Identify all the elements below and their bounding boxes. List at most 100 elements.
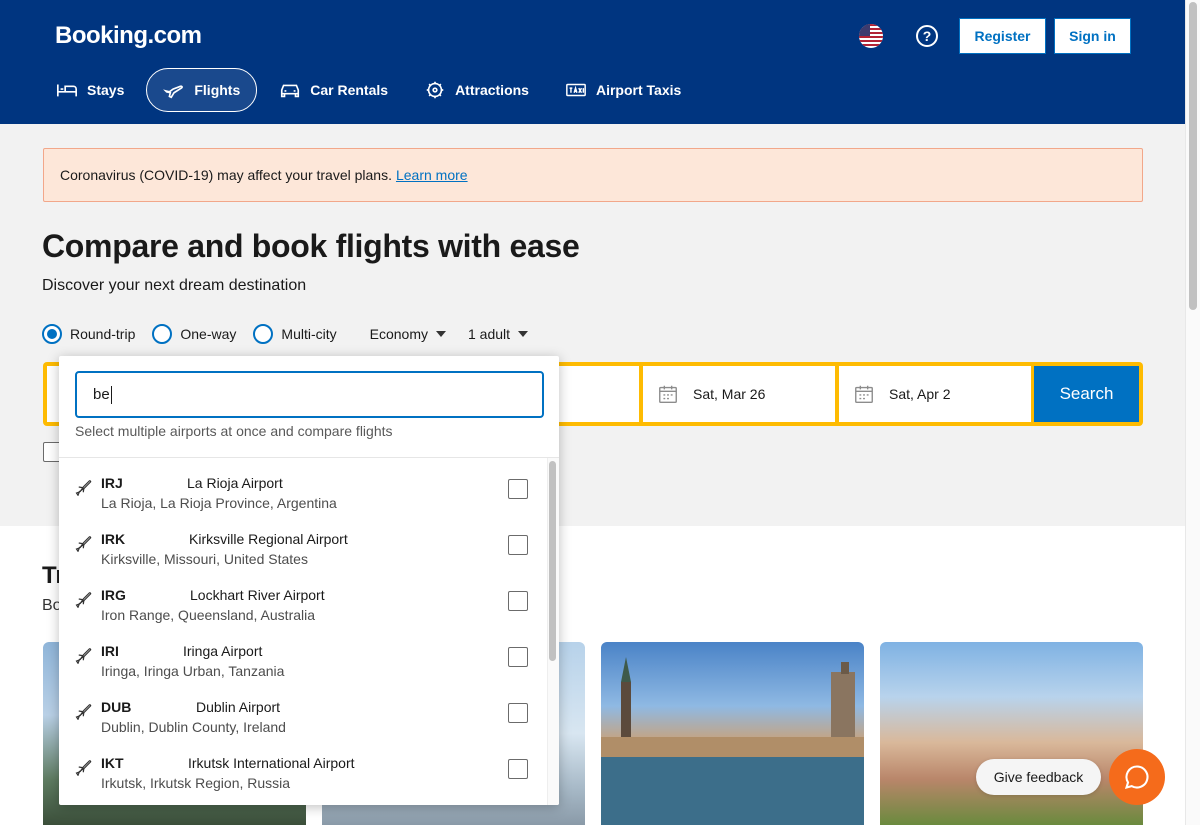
multi-airport-hint: Select multiple airports at once and com… <box>75 423 393 439</box>
airport-autocomplete-dropdown: be Select multiple airports at once and … <box>59 356 559 805</box>
nav-item-label: Car Rentals <box>310 82 389 98</box>
airport-checkbox[interactable] <box>508 479 528 499</box>
nav-item-stays[interactable]: Stays <box>42 68 138 112</box>
attractions-icon <box>426 81 444 99</box>
plane-icon <box>75 536 92 552</box>
airport-option[interactable]: DUB Dublin Airport Dublin, Dublin County… <box>59 682 547 738</box>
origin-search-input[interactable]: be <box>75 371 544 418</box>
airport-name: Lockhart River Airport <box>190 587 325 603</box>
register-button[interactable]: Register <box>959 18 1046 54</box>
travelers-value: 1 adult <box>468 326 511 342</box>
nav-item-label: Stays <box>87 82 125 98</box>
airport-location: Dublin, Dublin County, Ireland <box>101 719 286 735</box>
booking-logo[interactable]: Booking.com <box>55 22 202 50</box>
plane-icon <box>75 704 92 720</box>
airport-name: La Rioja Airport <box>187 475 283 491</box>
airport-name: Dublin Airport <box>196 699 281 715</box>
depart-date-field[interactable]: Sat, Mar 26 <box>643 366 835 422</box>
nav-item-flights[interactable]: Flights <box>146 68 258 112</box>
sign-in-button[interactable]: Sign in <box>1054 18 1131 54</box>
calendar-icon <box>855 385 873 403</box>
airport-checkbox[interactable] <box>508 535 528 555</box>
search-button[interactable]: Search <box>1034 366 1139 422</box>
product-nav: Stays Flights Car Rentals Attractions Ai… <box>42 68 703 112</box>
nav-item-label: Attractions <box>455 82 529 98</box>
chat-button[interactable] <box>1109 749 1165 805</box>
trip-type-row: Round-trip One-way Multi-city Economy 1 … <box>42 322 534 346</box>
airport-checkbox[interactable] <box>508 703 528 723</box>
help-icon[interactable]: ? <box>916 25 938 47</box>
airport-option[interactable]: IRK Kirksville Regional Airport Kirksvil… <box>59 514 547 570</box>
airport-option[interactable]: IRJ La Rioja Airport La Rioja, La Rioja … <box>59 458 547 514</box>
taxi-icon <box>566 83 586 97</box>
plane-icon <box>163 85 184 99</box>
plane-icon <box>75 592 92 608</box>
nav-item-label: Airport Taxis <box>595 82 682 98</box>
page-subtitle: Discover your next dream destination <box>42 277 307 294</box>
airport-location: Iringa, Iringa Urban, Tanzania <box>101 663 285 679</box>
radio-one-way[interactable]: One-way <box>152 324 236 344</box>
radio-label: One-way <box>180 326 237 342</box>
page-scrollbar-thumb[interactable] <box>1189 2 1197 310</box>
airport-code: DUB <box>101 699 132 715</box>
airport-name: Iringa Airport <box>183 643 263 659</box>
plane-icon <box>75 480 92 496</box>
airport-location: Kirksville, Missouri, United States <box>101 551 308 567</box>
covid-banner-text: Coronavirus (COVID-19) may affect your t… <box>60 167 392 183</box>
top-header: Booking.com ? Register Sign in Stays Fli… <box>0 0 1185 124</box>
airport-code: IRG <box>101 587 126 603</box>
radio-label: Round-trip <box>70 326 136 342</box>
airport-code: IKT <box>101 755 124 771</box>
chat-bubble-icon <box>1124 765 1149 790</box>
travelers-select[interactable]: 1 adult <box>468 326 529 342</box>
return-date-value: Sat, Apr 2 <box>889 386 951 402</box>
airport-name: Irkutsk International Airport <box>188 755 355 771</box>
destination-card-image[interactable] <box>601 642 864 825</box>
airport-location: Irkutsk, Irkutsk Region, Russia <box>101 775 291 791</box>
dropdown-scrollbar-thumb[interactable] <box>549 461 556 661</box>
origin-search-value: be <box>93 386 110 403</box>
radio-unselected-icon <box>253 324 274 344</box>
airport-location: Iron Range, Queensland, Australia <box>101 607 316 623</box>
airport-location: La Rioja, La Rioja Province, Argentina <box>101 495 337 511</box>
radio-multi-city[interactable]: Multi-city <box>253 324 337 344</box>
plane-icon <box>75 648 92 664</box>
page-title: Compare and book flights with ease <box>42 228 580 264</box>
radio-selected-icon <box>42 324 62 344</box>
nav-item-airport-taxis[interactable]: Airport Taxis <box>551 68 695 112</box>
airport-code: IRJ <box>101 475 123 491</box>
chevron-down-icon <box>436 331 446 337</box>
airport-list: IRJ La Rioja Airport La Rioja, La Rioja … <box>59 458 547 805</box>
covid-banner: Coronavirus (COVID-19) may affect your t… <box>43 148 1143 202</box>
radio-round-trip[interactable]: Round-trip <box>42 324 135 344</box>
car-icon <box>281 84 300 98</box>
airport-checkbox[interactable] <box>508 591 528 611</box>
text-cursor <box>110 385 112 404</box>
give-feedback-button[interactable]: Give feedback <box>976 759 1101 795</box>
nav-item-car-rentals[interactable]: Car Rentals <box>265 68 402 112</box>
airport-checkbox[interactable] <box>508 647 528 667</box>
destination-card-image[interactable] <box>880 642 1143 825</box>
calendar-icon <box>659 385 677 403</box>
airport-code: IRK <box>101 531 126 547</box>
cabin-class-select[interactable]: Economy <box>370 326 446 342</box>
return-date-field[interactable]: Sat, Apr 2 <box>839 366 1031 422</box>
airport-option[interactable]: IRG Lockhart River Airport Iron Range, Q… <box>59 570 547 626</box>
airport-checkbox[interactable] <box>508 759 528 779</box>
airport-option[interactable]: IRI Iringa Airport Iringa, Iringa Urban,… <box>59 626 547 682</box>
depart-date-value: Sat, Mar 26 <box>693 386 766 402</box>
nav-item-attractions[interactable]: Attractions <box>410 68 543 112</box>
radio-label: Multi-city <box>281 326 337 342</box>
cabin-class-value: Economy <box>369 326 428 342</box>
bed-icon <box>57 84 77 97</box>
city-skyline-image <box>601 657 864 825</box>
plane-icon <box>75 760 92 776</box>
airport-code: IRI <box>101 643 119 659</box>
airport-name: Kirksville Regional Airport <box>189 531 348 547</box>
learn-more-link[interactable]: Learn more <box>396 167 468 183</box>
radio-unselected-icon <box>152 324 173 344</box>
nav-item-label: Flights <box>194 82 241 98</box>
airport-option[interactable]: IKT Irkutsk International Airport Irkuts… <box>59 738 547 794</box>
us-flag-icon[interactable] <box>859 24 883 48</box>
chevron-down-icon <box>518 331 529 337</box>
